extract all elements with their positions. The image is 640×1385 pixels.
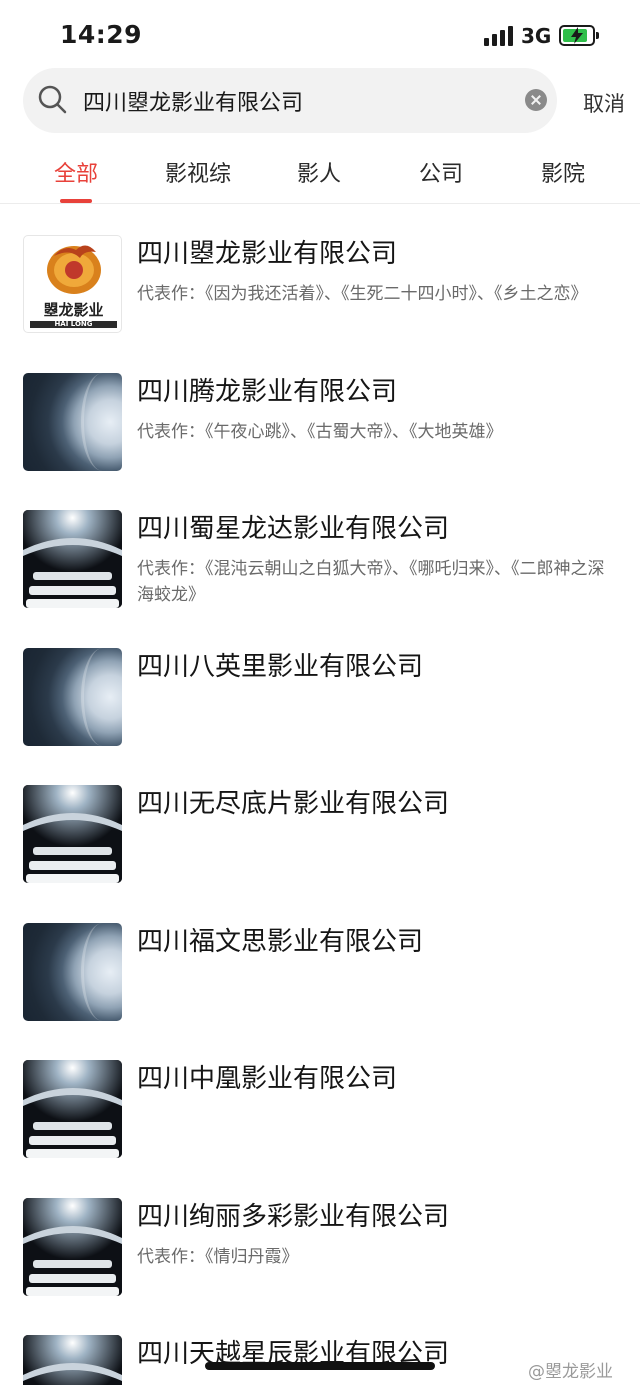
representative-works: 代表作：《因为我还活着》、《生死二十四小时》、《乡土之恋》 xyxy=(137,284,588,304)
list-item[interactable]: 四川蜀星龙达影业有限公司 代表作：《混沌云朝山之白狐大帝》、《哪吒归来》、《二郎… xyxy=(0,480,640,618)
status-time: 14:29 xyxy=(60,20,143,49)
battery-icon xyxy=(559,25,599,46)
cancel-button[interactable]: 取消 xyxy=(583,88,625,118)
camera-lens-icon xyxy=(23,922,122,1021)
cinema-seats-icon xyxy=(23,510,122,608)
representative-works: 代表作：《混沌云朝山之白狐大帝》、《哪吒归来》、《二郎神之深海蛟龙》 xyxy=(137,559,605,605)
company-name: 四川八英里影业有限公司 xyxy=(137,651,424,682)
clear-icon[interactable] xyxy=(525,89,547,111)
watermark: @曌龙影业 xyxy=(528,1362,613,1382)
camera-lens-icon xyxy=(23,647,122,746)
company-name: 四川腾龙影业有限公司 xyxy=(137,376,398,407)
cinema-seats-icon xyxy=(23,1335,122,1385)
tab-all[interactable]: 全部 xyxy=(26,156,126,188)
list-item[interactable]: 四川腾龙影业有限公司 代表作：《午夜心跳》、《古蜀大帝》、《大地英雄》 xyxy=(0,343,640,481)
cinema-seats-icon xyxy=(23,1197,122,1296)
search-icon xyxy=(38,85,67,114)
list-item[interactable]: 四川无尽底片影业有限公司 xyxy=(0,755,640,893)
logo-subtext: HAI LONG xyxy=(54,320,93,328)
representative-works: 代表作：《午夜心跳》、《古蜀大帝》、《大地英雄》 xyxy=(137,421,503,442)
company-name: 四川绚丽多彩影业有限公司 xyxy=(137,1201,450,1232)
representative-works: 代表作：《情归丹霞》 xyxy=(137,1246,299,1267)
tab-film-tv[interactable]: 影视综 xyxy=(148,156,248,188)
signal-icon xyxy=(484,26,514,46)
home-indicator[interactable] xyxy=(205,1362,435,1370)
list-item[interactable]: 四川八英里影业有限公司 xyxy=(0,618,640,756)
company-name: 四川中凰影业有限公司 xyxy=(137,1064,398,1094)
cinema-seats-icon xyxy=(23,1060,122,1158)
camera-lens-icon xyxy=(23,372,122,471)
tab-cinema[interactable]: 影院 xyxy=(513,156,613,188)
company-name: 四川蜀星龙达影业有限公司 xyxy=(137,514,450,544)
tab-people[interactable]: 影人 xyxy=(269,156,369,188)
search-bar[interactable]: 四川曌龙影业有限公司 xyxy=(23,68,557,133)
active-tab-indicator xyxy=(60,199,92,203)
list-item[interactable]: 曌龙影业 HAI LONG 四川曌龙影业有限公司 代表作：《因为我还活着》、《生… xyxy=(0,205,640,343)
company-logo: 曌龙影业 HAI LONG xyxy=(23,235,122,333)
logo-text: 曌龙影业 xyxy=(43,301,104,319)
tab-bar: 全部 影视综 影人 公司 影院 xyxy=(0,150,640,204)
search-input[interactable]: 四川曌龙影业有限公司 xyxy=(83,85,503,117)
company-name: 四川无尽底片影业有限公司 xyxy=(137,789,450,819)
tab-company[interactable]: 公司 xyxy=(391,156,491,188)
list-item[interactable]: 四川绚丽多彩影业有限公司 代表作：《情归丹霞》 xyxy=(0,1168,640,1306)
list-item[interactable]: 四川中凰影业有限公司 xyxy=(0,1030,640,1168)
company-name: 四川福文思影业有限公司 xyxy=(137,926,424,957)
list-item[interactable]: 四川福文思影业有限公司 xyxy=(0,893,640,1031)
cinema-seats-icon xyxy=(23,785,122,883)
status-bar: 14:29 3G xyxy=(0,0,640,66)
network-label: 3G xyxy=(521,24,552,48)
company-name: 四川曌龙影业有限公司 xyxy=(137,239,398,269)
